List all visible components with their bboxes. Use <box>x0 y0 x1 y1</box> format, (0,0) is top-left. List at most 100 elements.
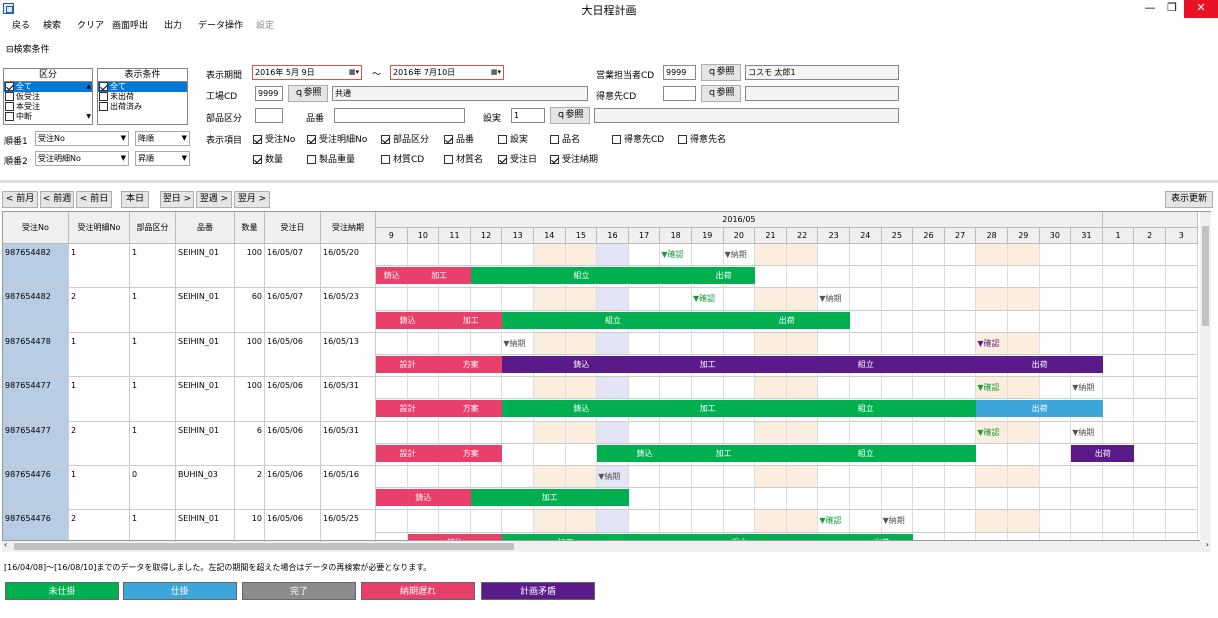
gantt-cell[interactable] <box>850 466 882 489</box>
gantt-cell[interactable] <box>755 377 787 400</box>
table-cell[interactable]: 1 <box>69 244 130 289</box>
table-cell[interactable]: SEIHIN_01 <box>176 332 235 378</box>
gantt-cell[interactable] <box>1039 510 1072 533</box>
refresh-button[interactable]: 表示更新 <box>1165 191 1213 208</box>
checkbox[interactable] <box>550 135 559 144</box>
gantt-bar[interactable]: 鋳込 <box>502 356 661 373</box>
nav-button[interactable]: < 前月 <box>2 191 38 208</box>
checkbox[interactable] <box>99 82 108 91</box>
checkbox[interactable] <box>253 135 262 144</box>
table-cell[interactable]: 1 <box>69 377 130 422</box>
gantt-cell[interactable] <box>534 466 566 489</box>
gantt-cell[interactable] <box>1039 288 1072 311</box>
gantt-cell[interactable] <box>881 288 914 311</box>
table-cell[interactable]: 16/05/23 <box>321 288 376 333</box>
menu-settings[interactable]: 設定 <box>256 19 274 33</box>
kubun-listbox[interactable]: 区分 全て 仮受注 本受注 中断 ▲ ▼ <box>3 68 93 125</box>
gantt-cell[interactable] <box>597 288 629 311</box>
gantt-bar[interactable]: 方案 <box>439 400 503 418</box>
checkbox[interactable] <box>498 135 507 144</box>
gantt-cell[interactable] <box>1071 510 1103 533</box>
gantt-cell[interactable] <box>755 510 787 533</box>
gantt-cell[interactable] <box>755 244 787 267</box>
gantt-cell[interactable] <box>565 332 598 355</box>
column-header[interactable]: 数量 <box>235 212 265 244</box>
table-cell[interactable]: 987654477 <box>3 377 69 422</box>
sort1-select[interactable]: 受注No ▼ <box>35 131 129 146</box>
column-header[interactable]: 受注明細No <box>69 212 130 244</box>
gantt-cell[interactable] <box>881 488 914 511</box>
gantt-cell[interactable] <box>755 288 787 311</box>
gantt-cell[interactable] <box>1071 532 1103 540</box>
factory-ref-button[interactable]: ｑ参照 <box>288 85 328 102</box>
gantt-cell[interactable] <box>944 244 977 267</box>
gantt-cell[interactable] <box>1102 532 1135 540</box>
display-item-checkbox[interactable]: 品名 <box>550 132 580 145</box>
table-cell[interactable]: BUHIN_03 <box>176 466 235 511</box>
gantt-cell[interactable] <box>1008 332 1040 355</box>
gantt-cell[interactable] <box>1102 266 1135 289</box>
kubun-item[interactable]: 全て <box>4 82 92 92</box>
gantt-cell[interactable] <box>407 288 440 311</box>
gantt-cell[interactable] <box>1166 443 1198 466</box>
table-cell[interactable]: 987654476 <box>3 466 69 511</box>
schedule-grid[interactable]: 受注No 受注明細No 部品区分 品番 数量 受注日 受注納期 2016/05 9 10 11 12 1… <box>2 211 1211 541</box>
display-item-checkbox[interactable]: 受注納期 <box>550 152 598 165</box>
gantt-cell[interactable] <box>597 332 629 355</box>
gantt-cell[interactable] <box>723 466 756 489</box>
gantt-bar[interactable]: 方案 <box>439 356 503 373</box>
customer-code-input[interactable] <box>663 86 696 101</box>
gantt-cell[interactable] <box>881 266 914 289</box>
gantt-cell[interactable] <box>786 244 819 267</box>
gantt-cell[interactable] <box>376 377 408 400</box>
gantt-cell[interactable] <box>1071 288 1103 311</box>
factory-code-input[interactable]: 9999 <box>255 86 283 101</box>
gantt-cell[interactable] <box>1166 332 1198 355</box>
gantt-cell[interactable] <box>1008 288 1040 311</box>
gantt-cell[interactable] <box>1008 510 1040 533</box>
condition-listbox[interactable]: 表示条件 全て 未出荷 出荷済み <box>97 68 188 125</box>
checkbox[interactable] <box>444 155 453 164</box>
gantt-cell[interactable] <box>755 488 787 511</box>
gantt-cell[interactable] <box>376 244 408 267</box>
table-cell[interactable]: 16/05/25 <box>321 510 376 540</box>
gantt-cell[interactable] <box>1008 532 1040 540</box>
table-cell[interactable]: 16/05/06 <box>265 377 321 422</box>
gantt-cell[interactable] <box>1166 244 1198 267</box>
gantt-cell[interactable] <box>755 332 787 355</box>
gantt-bar[interactable]: 加工 <box>692 444 756 462</box>
table-cell[interactable]: 16/05/31 <box>321 377 376 422</box>
gantt-cell[interactable] <box>534 443 566 466</box>
gantt-cell[interactable] <box>1039 443 1072 466</box>
gantt-cell[interactable] <box>913 466 945 489</box>
gantt-cell[interactable] <box>470 288 503 311</box>
sort1-order-select[interactable]: 降順 ▼ <box>135 131 190 146</box>
gantt-cell[interactable] <box>818 266 850 289</box>
gantt-cell[interactable] <box>850 244 882 267</box>
scroll-up-icon[interactable]: ▲ <box>86 83 91 90</box>
scroll-down-icon[interactable]: ▼ <box>86 113 91 120</box>
milestone-mark[interactable]: ▼確認 <box>977 382 999 393</box>
gantt-cell[interactable] <box>881 377 914 400</box>
gantt-cell[interactable] <box>913 421 945 444</box>
gantt-cell[interactable] <box>1071 332 1103 355</box>
gantt-cell[interactable] <box>1134 443 1166 466</box>
table-cell[interactable]: 2 <box>69 510 130 540</box>
gantt-cell[interactable] <box>628 421 661 444</box>
table-cell[interactable]: 6 <box>235 421 265 466</box>
gantt-cell[interactable] <box>1008 466 1040 489</box>
gantt-bar[interactable]: 加工 <box>660 400 756 418</box>
gantt-cell[interactable] <box>470 244 503 267</box>
display-item-checkbox[interactable]: 受注日 <box>498 152 537 165</box>
gantt-cell[interactable] <box>1102 310 1135 333</box>
gantt-cell[interactable] <box>1134 466 1166 489</box>
milestone-mark[interactable]: ▼納期 <box>1072 427 1094 438</box>
gantt-cell[interactable] <box>723 421 756 444</box>
checkbox[interactable] <box>444 135 453 144</box>
gantt-cell[interactable] <box>818 332 850 355</box>
customer-ref-button[interactable]: ｑ参照 <box>701 85 741 102</box>
table-cell[interactable]: SEIHIN_01 <box>176 510 235 540</box>
gantt-cell[interactable] <box>881 332 914 355</box>
nav-button[interactable]: 翌日 > <box>160 191 194 208</box>
table-cell[interactable]: 16/05/20 <box>321 244 376 289</box>
